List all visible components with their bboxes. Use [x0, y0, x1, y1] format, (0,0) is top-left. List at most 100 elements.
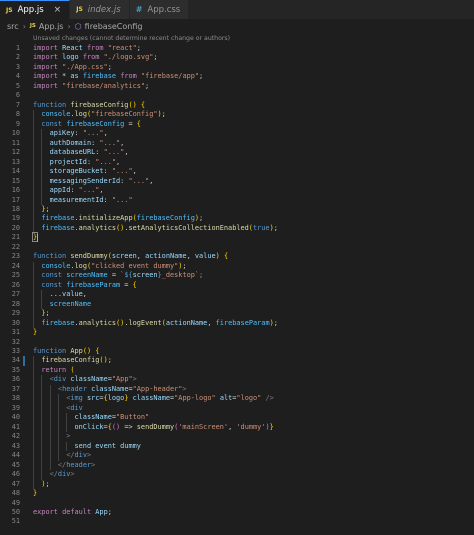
code-text: </header> [57, 460, 96, 469]
code-line[interactable]: 30 firebase.analytics().logEvent(actionN… [0, 318, 474, 329]
code-line[interactable]: 49 [0, 499, 474, 508]
code-line[interactable]: 41 onClick={() => sendDummy('mainScreen'… [0, 422, 474, 433]
code-text: import "firebase/analytics"; [33, 81, 150, 90]
code-line[interactable]: 5 import "firebase/analytics"; [0, 82, 474, 91]
code-line[interactable]: 18 }; [0, 204, 474, 215]
code-line[interactable]: 29 }; [0, 309, 474, 319]
code-text: <div className="App"> [49, 375, 137, 384]
modified-line-marker [23, 356, 25, 366]
code-line[interactable]: 33 function App() { [0, 347, 474, 356]
code-line[interactable]: 44 </div> [0, 451, 474, 461]
code-line[interactable]: 6 [0, 91, 474, 100]
code-line[interactable]: 15 messagingSenderId: "...", [0, 176, 474, 187]
code-line[interactable]: 2 import logo from "./logo.svg"; [0, 53, 474, 62]
line-number: 16 [11, 186, 20, 195]
code-line[interactable]: 9 const firebaseConfig = { [0, 119, 474, 130]
text-cursor [37, 234, 39, 242]
line-number: 11 [11, 138, 20, 147]
breadcrumb-file[interactable]: App.js [39, 22, 64, 31]
javascript-file-icon: JS [6, 6, 13, 14]
tab-bar: JS App.js × JS index.js # App.css [0, 0, 474, 19]
line-number: 50 [11, 507, 20, 516]
code-line[interactable]: 43 send event dummy [0, 441, 474, 452]
code-line[interactable]: 48} [0, 489, 474, 498]
code-text: firebaseConfig(); [41, 356, 112, 365]
line-number: 26 [11, 280, 20, 289]
code-line[interactable]: 21} [0, 232, 474, 243]
code-line[interactable]: 28 screenName [0, 299, 474, 310]
close-icon[interactable]: × [54, 5, 62, 15]
code-text: } [33, 489, 38, 498]
tab-index-js[interactable]: JS index.js [70, 0, 130, 19]
code-line[interactable]: 23 function sendDummy(screen, actionName,… [0, 252, 474, 261]
line-number: 43 [11, 441, 20, 450]
code-line[interactable]: 27 ...value, [0, 290, 474, 300]
code-line[interactable]: 7 function firebaseConfig() { [0, 101, 474, 110]
tab-app-css[interactable]: # App.css [129, 0, 190, 19]
code-line[interactable]: 35 return ( [0, 365, 474, 376]
code-line[interactable]: 11 authDomain: "...", [0, 138, 474, 149]
code-line[interactable]: 40 className="Button" [0, 413, 474, 423]
line-number: 7 [15, 100, 20, 109]
code-line[interactable]: 45 </header> [0, 460, 474, 471]
code-line[interactable]: 3 import "./App.css"; [0, 63, 474, 72]
code-line[interactable]: 37 <header className="App-header"> [0, 384, 474, 395]
code-line[interactable]: 36 <div className="App"> [0, 375, 474, 385]
code-line[interactable]: 12 databaseURL: "...", [0, 148, 474, 158]
code-line[interactable]: 47 ); [0, 479, 474, 490]
code-line[interactable]: 39 <div [0, 403, 474, 414]
chevron-right-icon: › [22, 21, 26, 31]
code-text: function App() { [33, 347, 100, 355]
code-text: } [33, 328, 38, 337]
code-text: send event dummy [74, 441, 141, 450]
code-text: return ( [41, 365, 75, 374]
line-number: 40 [11, 413, 20, 422]
breadcrumb-folder[interactable]: src [7, 22, 19, 31]
code-line[interactable]: 10 apiKey: "...", [0, 129, 474, 139]
breadcrumb-symbol[interactable]: firebaseConfig [85, 22, 143, 31]
code-text: firebase.initializeApp(firebaseConfig); [41, 214, 204, 223]
code-line[interactable]: 32 [0, 338, 474, 347]
code-line[interactable]: 24 console.log("clicked event dummy"); [0, 261, 474, 272]
code-line[interactable]: 50 export default App; [0, 508, 474, 517]
code-text: screenName [49, 299, 92, 308]
code-line[interactable]: 4 import * as firebase from "firebase/app… [0, 72, 474, 81]
code-line[interactable]: 14 storageBucket: "...", [0, 167, 474, 177]
code-text: onClick={() => sendDummy('mainScreen', '… [74, 422, 274, 431]
line-number: 18 [11, 204, 20, 213]
code-text: <div [66, 403, 83, 412]
code-line[interactable]: 17 measurementId: "..." [0, 195, 474, 205]
code-line[interactable]: 8 console.log("firebaseConfig"); [0, 110, 474, 120]
code-line[interactable]: 34 firebaseConfig(); [0, 356, 474, 366]
unsaved-changes-hint: Unsaved changes (cannot determine recent… [33, 35, 231, 42]
line-number: 45 [11, 460, 20, 469]
line-number: 19 [11, 214, 20, 223]
code-line[interactable]: 20 firebase.analytics().setAnalyticsColl… [0, 223, 474, 234]
line-number: 51 [11, 517, 20, 526]
line-number: 5 [15, 81, 20, 90]
line-number: 31 [11, 328, 20, 337]
code-line[interactable]: 19 firebase.initializeApp(firebaseConfig… [0, 214, 474, 224]
code-text: }; [41, 204, 50, 213]
code-text: const screenName = `${screen}_desktop`; [41, 271, 204, 280]
code-line[interactable]: 13 projectId: "...", [0, 157, 474, 168]
code-line[interactable]: 22 [0, 243, 474, 252]
code-text: projectId: "...", [49, 157, 121, 166]
code-text: </div> [49, 470, 75, 479]
code-line[interactable]: 42 > [0, 432, 474, 442]
code-line[interactable]: 31} [0, 328, 474, 337]
code-text: export default App; [33, 507, 112, 516]
code-line[interactable]: 16 appId: "...", [0, 186, 474, 196]
code-line[interactable]: 46 </div> [0, 470, 474, 480]
code-line[interactable]: 26 const firebaseParam = { [0, 280, 474, 291]
code-line[interactable]: 38 <img src={logo} className="App-logo" … [0, 394, 474, 404]
code-line[interactable]: 25 const screenName = `${screen}_desktop… [0, 271, 474, 281]
code-text: className="Button" [74, 413, 150, 422]
code-line[interactable]: 1 import React from "react"; [0, 44, 474, 53]
code-line[interactable]: 51 [0, 517, 474, 526]
code-area[interactable]: 1 import React from "react"; 2 import logo … [0, 44, 474, 527]
tab-app-js[interactable]: JS App.js × [0, 0, 71, 19]
code-text: measurementId: "..." [49, 195, 133, 204]
code-text: import "./App.css"; [33, 62, 112, 71]
line-number: 21 [11, 233, 20, 242]
